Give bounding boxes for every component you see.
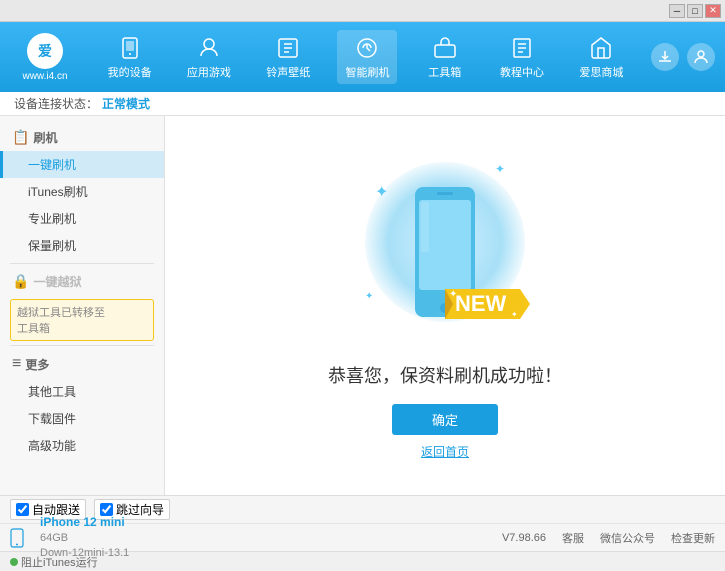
wechat-link[interactable]: 微信公众号	[600, 530, 655, 546]
status-value: 正常模式	[102, 95, 150, 112]
nav-store[interactable]: 爱思商城	[571, 30, 631, 84]
device-storage: 64GB	[40, 531, 129, 546]
status-bar: 设备连接状态： 正常模式	[0, 92, 725, 116]
toolbox-icon	[431, 34, 459, 62]
header-right-actions	[651, 43, 715, 71]
svg-text:NEW: NEW	[455, 291, 507, 316]
sidebar-item-download-firmware[interactable]: 下载固件	[0, 405, 164, 432]
minimize-btn[interactable]: ─	[669, 4, 685, 18]
sidebar-flash-header: 📋 刷机	[0, 124, 164, 151]
go-home-link[interactable]: 返回首页	[421, 443, 469, 460]
sidebar-jailbreak-label: 一键越狱	[33, 273, 81, 290]
store-icon	[587, 34, 615, 62]
sparkle-icon-tr: ✦	[495, 162, 505, 176]
nav-my-device-label: 我的设备	[108, 64, 152, 80]
more-section-icon: ≡	[12, 355, 21, 373]
sidebar-item-other-tools[interactable]: 其他工具	[0, 378, 164, 405]
nav-smart-flash[interactable]: 智能刷机	[337, 30, 397, 84]
tutorials-icon	[508, 34, 536, 62]
sidebar-flash-label: 刷机	[33, 129, 57, 146]
new-badge: NEW ✦ ✦	[445, 279, 535, 332]
nav-bar: 我的设备 应用游戏 铃声壁纸 智能刷机 工具箱	[90, 30, 641, 84]
version-label: V7.98.66	[502, 532, 546, 544]
itunes-status-label: 阻止iTunes运行	[21, 554, 98, 570]
status-label: 设备连接状态：	[14, 95, 98, 112]
nav-ringtones-label: 铃声壁纸	[266, 64, 310, 80]
maximize-btn[interactable]: □	[687, 4, 703, 18]
nav-toolbox-label: 工具箱	[428, 64, 461, 80]
bottom-right: V7.98.66 客服 微信公众号 检查更新	[502, 530, 715, 546]
user-btn[interactable]	[687, 43, 715, 71]
nav-tutorials-label: 教程中心	[500, 64, 544, 80]
sidebar-item-advanced[interactable]: 高级功能	[0, 432, 164, 459]
smart-flash-icon	[353, 34, 381, 62]
sidebar-divider-2	[10, 345, 154, 346]
sidebar-divider-1	[10, 263, 154, 264]
sidebar-item-one-key-flash[interactable]: 一键刷机	[0, 151, 164, 178]
itunes-status: 阻止iTunes运行	[10, 554, 98, 570]
sidebar-item-itunes-flash[interactable]: iTunes刷机	[0, 178, 164, 205]
bottom-bottom-row: iPhone 12 mini 64GB Down-12mini-13.1 V7.…	[0, 524, 725, 552]
confirm-button[interactable]: 确定	[392, 404, 498, 435]
nav-toolbox[interactable]: 工具箱	[417, 30, 473, 84]
success-illustration: ✦ ✦ ✦	[328, 152, 562, 460]
sparkle-icon-bl: ✦	[365, 291, 373, 302]
sidebar-flash-section: 📋 刷机 一键刷机 iTunes刷机 专业刷机 保量刷机	[0, 124, 164, 259]
sidebar-more-header: ≡ 更多	[0, 350, 164, 378]
phone-container: ✦ ✦ ✦	[365, 152, 525, 352]
download-btn[interactable]	[651, 43, 679, 71]
nav-my-device[interactable]: 我的设备	[100, 30, 160, 84]
lock-icon: 🔒	[12, 273, 29, 290]
header: 爱 www.i4.cn 我的设备 应用游戏 铃声壁纸 智能刷机	[0, 22, 725, 92]
success-message: 恭喜您，保资料刷机成功啦！	[328, 362, 562, 388]
ringtones-icon	[274, 34, 302, 62]
sidebar-jailbreak-header: 🔒 一键越狱	[0, 268, 164, 295]
content-area: ✦ ✦ ✦	[165, 116, 725, 495]
close-btn[interactable]: ✕	[705, 4, 721, 18]
flash-section-icon: 📋	[12, 129, 29, 146]
itunes-status-dot	[10, 558, 18, 566]
sidebar-item-save-flash[interactable]: 保量刷机	[0, 232, 164, 259]
title-bar: ─ □ ✕	[0, 0, 725, 22]
sparkle-icon-tl: ✦	[375, 182, 388, 202]
nav-tutorials[interactable]: 教程中心	[492, 30, 552, 84]
nav-smart-flash-label: 智能刷机	[345, 64, 389, 80]
apps-games-icon	[195, 34, 223, 62]
check-update-link[interactable]: 检查更新	[671, 530, 715, 546]
svg-text:✦: ✦	[511, 310, 518, 319]
my-device-icon	[116, 34, 144, 62]
nav-apps-games[interactable]: 应用游戏	[179, 30, 239, 84]
sidebar: 📋 刷机 一键刷机 iTunes刷机 专业刷机 保量刷机 🔒 一键越狱	[0, 116, 165, 495]
nav-apps-games-label: 应用游戏	[187, 64, 231, 80]
logo-area[interactable]: 爱 www.i4.cn	[10, 33, 80, 82]
bottom-section: 自动跟送 跳过向导 iPhone 12 mini 64GB Down-12min…	[0, 495, 725, 551]
nav-ringtones[interactable]: 铃声壁纸	[258, 30, 318, 84]
svg-text:✦: ✦	[449, 289, 457, 300]
customer-service-link[interactable]: 客服	[562, 530, 584, 546]
sidebar-more-label: 更多	[25, 356, 49, 373]
sidebar-jailbreak-section: 🔒 一键越狱 越狱工具已转移至工具箱	[0, 268, 164, 341]
sidebar-jailbreak-warning: 越狱工具已转移至工具箱	[10, 299, 154, 341]
logo-url: www.i4.cn	[22, 71, 67, 82]
logo-icon: 爱	[27, 33, 63, 69]
sidebar-item-pro-flash[interactable]: 专业刷机	[0, 205, 164, 232]
main-container: 📋 刷机 一键刷机 iTunes刷机 专业刷机 保量刷机 🔒 一键越狱	[0, 116, 725, 495]
sidebar-more-section: ≡ 更多 其他工具 下载固件 高级功能	[0, 350, 164, 459]
nav-store-label: 爱思商城	[579, 64, 623, 80]
device-icon	[10, 528, 24, 548]
